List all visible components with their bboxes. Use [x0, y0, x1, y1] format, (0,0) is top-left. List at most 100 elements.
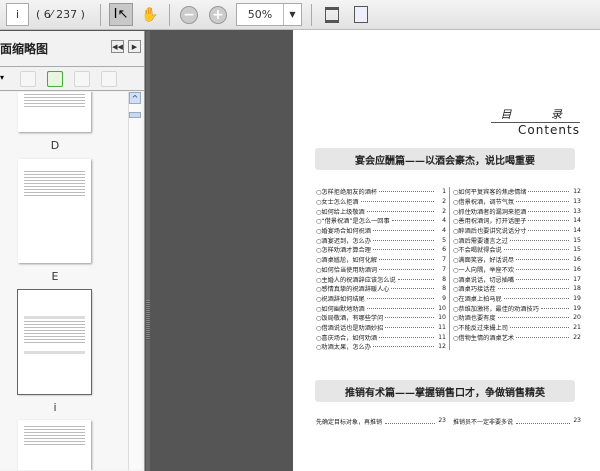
page-thumbnail-selected[interactable]: [17, 289, 92, 395]
zoom-in-button[interactable]: +: [206, 3, 230, 26]
toc-entry[interactable]: ○怎样拒绝朋友的酒杯 1: [316, 187, 446, 197]
toc-entry-title: ○酒桌说话，切忌插嘴: [453, 276, 515, 284]
toc-entry-title: ○如何幽默地劝酒: [316, 305, 365, 313]
toc-entry[interactable]: ○怎样劝酒才算合理 6: [316, 245, 446, 255]
page-thumbnail[interactable]: [18, 420, 91, 470]
toc-entry[interactable]: ○酒桌巧接话茬 18: [453, 284, 581, 294]
scroll-thumb[interactable]: [129, 112, 141, 118]
divider: [169, 4, 170, 26]
page-thumbnail[interactable]: [18, 92, 91, 132]
toc-entry-page: 4: [442, 217, 446, 225]
toc-entry[interactable]: ○醉酒后也要讲究说话分寸 14: [453, 226, 581, 236]
toc-entry-title: ○女士怎么拒酒: [316, 199, 359, 207]
toc-entry-title: ○不能反过来撮上司: [453, 324, 508, 332]
toc-entry-page: 13: [573, 207, 581, 215]
toc-entry-page: 16: [573, 265, 581, 273]
toc-entry-page: 10: [438, 314, 446, 322]
toc-entry[interactable]: ○借物生情的酒桌艺术 22: [453, 332, 581, 342]
toc-entry[interactable]: ○女士怎么拒酒 2: [316, 197, 446, 207]
toc-entry[interactable]: ○如何平复宾客的焦虑情绪 12: [453, 187, 581, 197]
toc-entry[interactable]: ○感情真挚的祝酒辞暖人心 8: [316, 284, 446, 294]
next-panel-button[interactable]: ▶: [128, 40, 141, 53]
minus-icon: −: [180, 5, 198, 24]
toc-entry-page: 14: [573, 227, 581, 235]
leader-dots: [503, 297, 569, 299]
toc-entry[interactable]: ○酒桌说话，切忌插嘴 17: [453, 274, 581, 284]
scroll-up-icon[interactable]: ^: [129, 92, 141, 104]
options-dropdown-icon[interactable]: ▾: [0, 73, 4, 82]
toc-entry[interactable]: ○祝酒辞如何结尾 9: [316, 294, 446, 304]
splitter-grip[interactable]: [146, 300, 150, 340]
toc-entry-page: 1: [442, 188, 446, 196]
zoom-select[interactable]: 50% ▼: [236, 3, 302, 26]
toc-entry-page: 11: [438, 323, 446, 331]
zoom-value: 50%: [247, 8, 273, 21]
chevron-down-icon[interactable]: ▼: [283, 4, 301, 25]
toc-entry-title: ○借酒说话也是劝酒妙招: [316, 324, 384, 332]
leader-dots: [516, 336, 569, 338]
toc-entry[interactable]: ○如何幽默地劝酒 10: [316, 303, 446, 313]
toc-entry-title: 先确定目标对象，再推销: [316, 419, 383, 426]
toc-entry[interactable]: ○在酒桌上拍马屁 19: [453, 294, 581, 304]
thumbnail-scrollbar[interactable]: ^: [128, 92, 141, 470]
toc-entry[interactable]: ○恭维加激将，最佳的劝酒技巧 19: [453, 303, 581, 313]
toc-entry[interactable]: ○饭局敬酒，有哪些学问 10: [316, 313, 446, 323]
fit-width-button[interactable]: [320, 3, 344, 26]
toc-entry[interactable]: ○一人向隅，举座不欢 16: [453, 265, 581, 275]
toc-entry[interactable]: ○主婚人的祝酒辞应该怎么说 8: [316, 274, 446, 284]
toc-entry[interactable]: ○借景祝酒，调节气氛 13: [453, 197, 581, 207]
toc-entry-title: ○借物生情的酒桌艺术: [453, 334, 515, 342]
divider: [449, 187, 450, 350]
toc-entry[interactable]: ○“借景祝酒”是怎么一回事 4: [316, 216, 446, 226]
fit-page-button[interactable]: [349, 3, 373, 26]
toc-entry[interactable]: ○酒桌尴尬，如何化解 7: [316, 255, 446, 265]
panel-splitter[interactable]: [146, 31, 150, 471]
toc-entry[interactable]: ○劝酒也要有度 20: [453, 313, 581, 323]
toc-entry[interactable]: ○抓住劝酒者的漏洞来拒酒 13: [453, 206, 581, 216]
page-number-input[interactable]: i: [6, 3, 29, 26]
hand-tool-button[interactable]: ✋: [138, 3, 162, 26]
page-count: ( 6⁄ 237 ): [36, 8, 85, 21]
leader-dots: [379, 259, 434, 261]
toc-entry-page: 14: [573, 217, 581, 225]
toc-entry[interactable]: ○酒后需要谨言之过 15: [453, 235, 581, 245]
toc-entry-title: ○在酒桌上拍马屁: [453, 295, 502, 303]
toolbar: i ( 6⁄ 237 ) I↖ ✋ − + 50% ▼: [0, 0, 600, 30]
toc-entry[interactable]: ○善用祝酒词，打开话匣子 14: [453, 216, 581, 226]
leader-dots: [391, 220, 434, 222]
zoom-out-page-icon[interactable]: [74, 71, 90, 87]
toc-entry[interactable]: ○劝酒太果，怎么办 12: [316, 342, 446, 352]
leader-dots: [366, 210, 434, 212]
rotate-page-icon[interactable]: [47, 71, 63, 87]
delete-page-icon[interactable]: [20, 71, 36, 87]
select-tool-button[interactable]: I↖: [109, 3, 133, 26]
toc-entry[interactable]: ○借酒说话也是劝酒妙招 11: [316, 323, 446, 333]
toc-entry[interactable]: ○如何恰当使用劝酒词 7: [316, 265, 446, 275]
section-banner: 宴会应酬篇——以酒会豪杰，说比喝重要: [315, 148, 575, 170]
leader-dots: [372, 249, 434, 251]
toc-entry-page: 13: [573, 198, 581, 206]
toc-entry-title: ○一人向隅，举座不欢: [453, 266, 515, 274]
toc-entry[interactable]: ○满面笑容，好话说尽 16: [453, 255, 581, 265]
leader-dots: [528, 191, 569, 193]
toc-entry[interactable]: ○喜庆场合，如何劝酒 11: [316, 332, 446, 342]
leader-dots: [509, 239, 569, 241]
zoom-in-page-icon[interactable]: [101, 71, 117, 87]
toc-entry-title: ○喜庆场合，如何劝酒: [316, 334, 378, 342]
toc-entry-title: ○酒宴迟到，怎么办: [316, 237, 371, 245]
toc-entry[interactable]: ○酒宴迟到，怎么办 5: [316, 235, 446, 245]
toc-entry[interactable]: ○如何给上级敬酒 2: [316, 206, 446, 216]
collapse-panel-button[interactable]: ◀◀: [111, 40, 124, 53]
toc-entry[interactable]: ○不能反过来撮上司 21: [453, 323, 581, 333]
toc-entry-page: 17: [573, 275, 581, 283]
zoom-out-button[interactable]: −: [177, 3, 201, 26]
page-thumbnail[interactable]: [18, 159, 91, 263]
document-page: 目 录 Contents 宴会应酬篇——以酒会豪杰，说比喝重要 ○怎样拒绝朋友的…: [293, 30, 600, 471]
toc-entry[interactable]: ○婚宴场合如何祝酒 4: [316, 226, 446, 236]
toc-entry[interactable]: 先确定目标对象，再推销 23: [316, 417, 446, 426]
toc-entry[interactable]: 推销员不一定非要多说 23: [453, 417, 581, 426]
toc-entry[interactable]: ○不会喝就得会说 15: [453, 245, 581, 255]
toc-entry-title: ○抓住劝酒者的漏洞来拒酒: [453, 208, 527, 216]
leader-dots: [497, 317, 569, 319]
toc-entry-page: 8: [442, 275, 446, 283]
